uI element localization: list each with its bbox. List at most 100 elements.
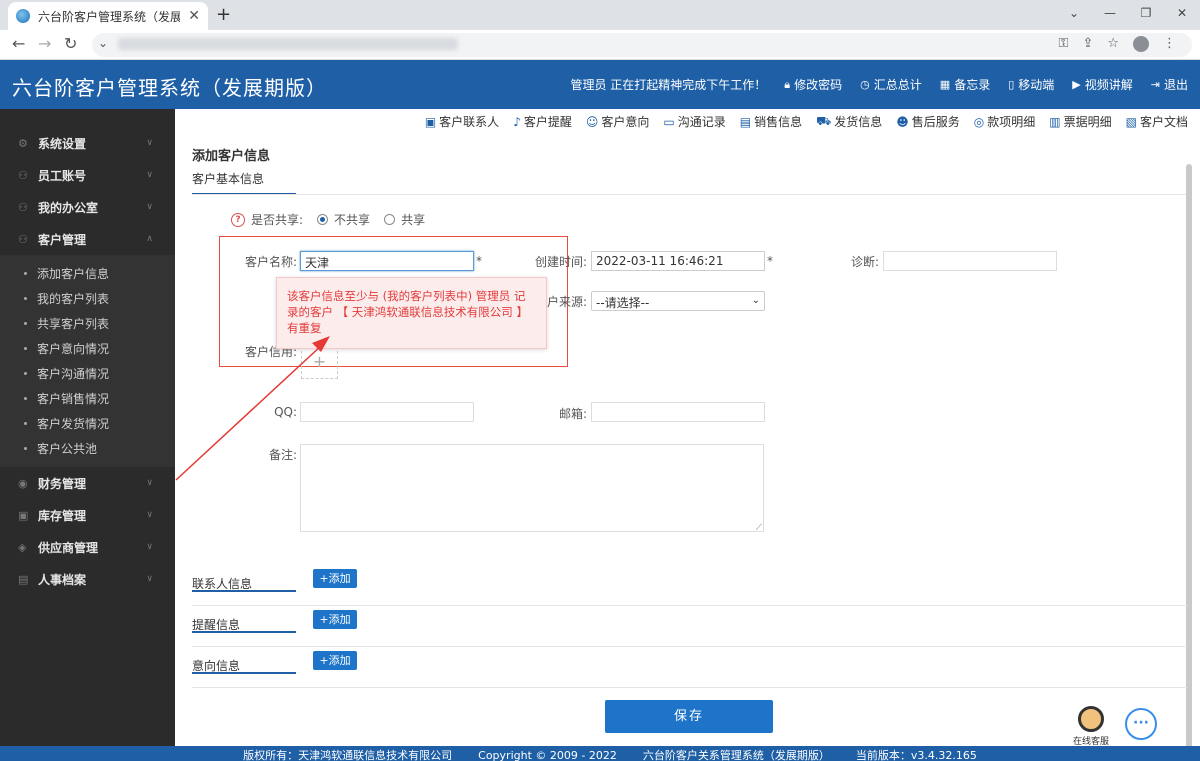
omnibox-actions: ⚿ ⇪ ☆ ⋮ (1059, 36, 1176, 52)
close-window-icon[interactable]: ✕ (1164, 0, 1200, 30)
remark-label: 备注: (268, 448, 297, 462)
add-contact-button[interactable]: +添加 (313, 569, 357, 588)
money-icon: ◎ (973, 114, 985, 129)
mobile-link[interactable]: ▯ 移动端 (1008, 76, 1054, 93)
toolbar-reminder[interactable]: ♪ 客户提醒 (513, 113, 572, 130)
tab-search-icon[interactable]: ⌄ (1056, 0, 1092, 30)
toolbar-label: 发货信息 (834, 115, 883, 129)
tab-title: 六台阶客户管理系统（发展期版） (38, 9, 181, 24)
menu-kebab-icon[interactable]: ⋮ (1163, 36, 1176, 52)
change-password-link[interactable]: 🔒︎ 修改密码 (784, 76, 842, 93)
toolbar-documents[interactable]: ▧ 客户文档 (1126, 113, 1188, 130)
logout-label: 退出 (1163, 78, 1188, 92)
sidebar-item-shipping[interactable]: 客户发货情况 (0, 411, 175, 436)
site-info-icon[interactable]: ⌄ (98, 36, 108, 50)
bullet-icon (24, 397, 27, 400)
duplicate-warning-tooltip: 该客户信息至少与 (我的客户列表中) 管理员 记录的客户 【 天津鸿软通联信息技… (276, 277, 547, 349)
save-button[interactable]: 保存 (605, 700, 773, 733)
required-mark: * (767, 254, 773, 268)
toolbar-aftersales[interactable]: ☻ 售后服务 (896, 113, 960, 130)
toolbar-shipping[interactable]: ⛟ 发货信息 (816, 113, 882, 130)
email-input[interactable] (591, 402, 765, 422)
chevron-down-icon: ∨ (146, 478, 153, 488)
chevron-down-icon: ∨ (146, 170, 153, 180)
minimize-icon[interactable]: — (1092, 0, 1128, 30)
memo-link[interactable]: ▦ 备忘录 (940, 76, 990, 93)
toolbar-intent[interactable]: ☺ 客户意向 (586, 113, 650, 130)
invoice-icon: ▥ (1049, 114, 1061, 129)
box-icon: ▣ (18, 508, 29, 522)
source-select[interactable]: --请选择-- ⌄ (591, 291, 765, 311)
footer-version: 当前版本：v3.4.32.165 (855, 749, 977, 761)
sidebar-group-customer[interactable]: ⚇ 客户管理 ∧ (0, 223, 175, 255)
reload-icon[interactable]: ↻ (64, 34, 77, 53)
back-icon[interactable]: ← (12, 34, 25, 53)
diagnosis-label: 诊断: (850, 255, 879, 269)
share-yes-radio[interactable] (384, 214, 396, 225)
browser-tabstrip: 六台阶客户管理系统（发展期版） ✕ + ⌄ — ❐ ✕ (0, 0, 1200, 30)
site-favicon-icon (16, 9, 30, 23)
reminder-section: 提醒信息 +添加 (192, 606, 1187, 647)
office-icon: ⚇ (18, 200, 28, 214)
url-input[interactable]: ⌄ ⚿ ⇪ ☆ ⋮ (92, 33, 1192, 57)
browser-tab[interactable]: 六台阶客户管理系统（发展期版） ✕ (8, 2, 208, 30)
profile-avatar-icon[interactable] (1133, 36, 1149, 52)
created-time-input[interactable]: 2022-03-11 16:46:21 (591, 251, 765, 271)
close-tab-icon[interactable]: ✕ (188, 8, 200, 24)
toolbar-invoices[interactable]: ▥ 票据明细 (1049, 113, 1111, 130)
sidebar-group-staff[interactable]: ⚇ 员工账号 ∨ (0, 159, 175, 191)
contact-card-icon: ▣ (424, 114, 437, 129)
restore-icon[interactable]: ❐ (1128, 0, 1164, 30)
diagnosis-input[interactable] (883, 251, 1057, 271)
clock-icon: ◷ (860, 78, 870, 91)
bookmark-star-icon[interactable]: ☆ (1107, 36, 1119, 52)
new-tab-icon[interactable]: + (216, 4, 231, 25)
sidebar-item-label: 客户沟通情况 (37, 367, 110, 381)
share-no-radio[interactable] (317, 214, 329, 225)
sidebar-item-intent[interactable]: 客户意向情况 (0, 336, 175, 361)
chat-bubble-button[interactable]: ··· (1125, 708, 1157, 740)
sidebar-item-sales[interactable]: 客户销售情况 (0, 386, 175, 411)
video-link[interactable]: ▶ 视频讲解 (1072, 76, 1132, 93)
qq-input[interactable] (300, 402, 474, 422)
remark-textarea[interactable] (300, 444, 764, 533)
summary-link[interactable]: ◷ 汇总总计 (860, 76, 922, 93)
share-yes-label: 共享 (401, 213, 426, 227)
sidebar-group-label: 客户管理 (38, 232, 87, 247)
mobile-icon: ▯ (1008, 78, 1015, 91)
tab-basic-info[interactable]: 客户基本信息 (192, 170, 296, 195)
sidebar-group-office[interactable]: ⚇ 我的办公室 ∨ (0, 191, 175, 223)
add-intent-button[interactable]: +添加 (313, 651, 357, 670)
bullet-icon (24, 297, 27, 300)
sidebar-item-public-pool[interactable]: 客户公共池 (0, 436, 175, 461)
toolbar-communication[interactable]: ▭ 沟通记录 (663, 113, 725, 130)
sidebar-group-hr[interactable]: ▤ 人事档案 ∨ (0, 563, 175, 595)
sidebar-item-communication[interactable]: 客户沟通情况 (0, 361, 175, 386)
sidebar-group-supplier[interactable]: ◈ 供应商管理 ∨ (0, 531, 175, 563)
sidebar-group-finance[interactable]: ◉ 财务管理 ∨ (0, 467, 175, 499)
key-icon[interactable]: ⚿ (1059, 36, 1069, 52)
sidebar-group-system[interactable]: ⚙ 系统设置 ∨ (0, 127, 175, 159)
sidebar-item-my-customers[interactable]: 我的客户列表 (0, 286, 175, 311)
logout-link[interactable]: ⇥ 退出 (1151, 76, 1188, 93)
add-reminder-button[interactable]: +添加 (313, 610, 357, 629)
sidebar-item-shared-customers[interactable]: 共享客户列表 (0, 311, 175, 336)
customer-name-input[interactable]: 天津 (300, 251, 474, 271)
toolbar-sales[interactable]: ▤ 销售信息 (740, 113, 802, 130)
bullet-icon (24, 272, 27, 275)
sidebar: ⚙ 系统设置 ∨ ⚇ 员工账号 ∨ ⚇ 我的办公室 ∨ ⚇ 客户管理 ∧ 添加客户信息 我的客户… (0, 109, 175, 746)
sidebar-item-label: 我的客户列表 (37, 292, 110, 306)
help-question-icon[interactable]: ? (231, 212, 245, 227)
forward-icon[interactable]: → (38, 34, 51, 53)
contacts-section-title: 联系人信息 (192, 571, 296, 592)
toolbar-label: 客户意向 (601, 115, 650, 129)
sidebar-item-add-customer[interactable]: 添加客户信息 (0, 261, 175, 286)
sidebar-item-label: 添加客户信息 (37, 267, 110, 281)
user-icon: ☺ (585, 114, 599, 129)
toolbar-contacts[interactable]: ▣ 客户联系人 (425, 113, 499, 130)
credit-upload-button[interactable]: + (301, 346, 338, 379)
sidebar-group-inventory[interactable]: ▣ 库存管理 ∨ (0, 499, 175, 531)
share-icon[interactable]: ⇪ (1082, 36, 1093, 52)
online-support-button[interactable]: 在线客服 (1073, 706, 1109, 747)
toolbar-payments[interactable]: ◎ 款项明细 (974, 113, 1036, 130)
